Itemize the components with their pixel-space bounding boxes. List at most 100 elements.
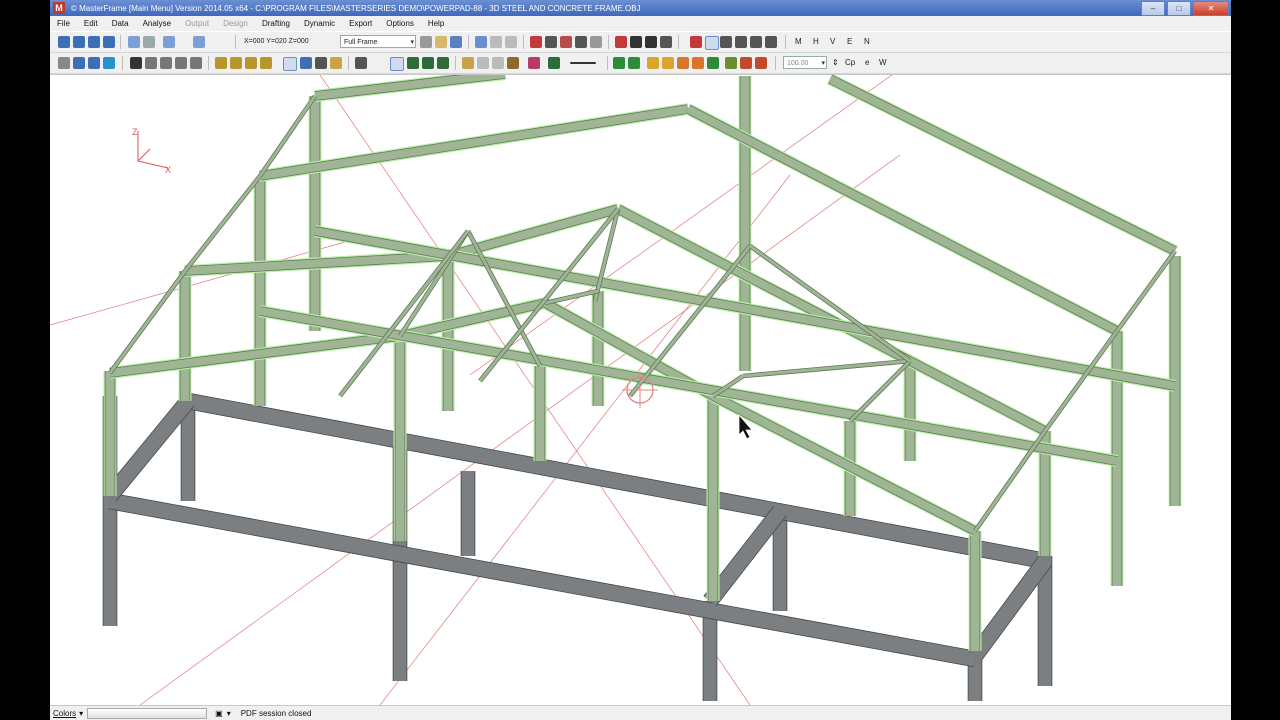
pin-icon[interactable]	[315, 57, 327, 69]
solid-view-icon[interactable]	[407, 57, 419, 69]
maximize-button[interactable]: □	[1167, 1, 1191, 16]
load-icon[interactable]	[560, 36, 572, 48]
wire-view-icon[interactable]	[437, 57, 449, 69]
chevron-down-icon[interactable]: ▾	[227, 709, 231, 718]
fill-icon[interactable]	[548, 57, 560, 69]
toolbar-letter-h[interactable]: H	[813, 37, 819, 46]
toolbar-letter-n[interactable]: N	[864, 37, 870, 46]
menu-data[interactable]: Data	[105, 19, 136, 28]
fixed-icon[interactable]	[245, 57, 257, 69]
delete-icon[interactable]	[530, 36, 542, 48]
toolbar-letter-cp[interactable]: Cp	[845, 58, 855, 67]
snow-icon[interactable]	[692, 57, 704, 69]
draw-icon[interactable]	[355, 57, 367, 69]
tag-icon[interactable]	[330, 57, 342, 69]
export-icon[interactable]	[755, 57, 767, 69]
rotate-icon[interactable]	[143, 36, 155, 48]
section-icon[interactable]	[575, 36, 587, 48]
verify-icon[interactable]	[628, 57, 640, 69]
model-viewport[interactable]: Z X	[50, 74, 1231, 706]
color-icon[interactable]	[528, 57, 540, 69]
nav-left-icon[interactable]	[490, 36, 502, 48]
menu-dynamic[interactable]: Dynamic	[297, 19, 342, 28]
extend-icon[interactable]	[175, 57, 187, 69]
menu-output[interactable]: Output	[178, 19, 216, 28]
clipboard-icon[interactable]	[435, 36, 447, 48]
toolbar-letter-m[interactable]: M	[795, 37, 802, 46]
screen-icon[interactable]	[450, 36, 462, 48]
report-icon[interactable]	[740, 57, 752, 69]
pan-icon[interactable]	[163, 36, 175, 48]
beam-icon[interactable]	[660, 36, 672, 48]
support-icon[interactable]	[615, 36, 627, 48]
toolbar-letter-w[interactable]: W	[879, 58, 887, 67]
stepper-arrows-icon[interactable]: ⇕	[832, 58, 839, 67]
zoom-icon[interactable]	[58, 57, 70, 69]
close-button[interactable]: ✕	[1193, 1, 1229, 16]
table-icon[interactable]	[300, 57, 312, 69]
move-icon[interactable]	[720, 36, 732, 48]
toolbar-letter-e[interactable]: E	[847, 37, 852, 46]
render-icon[interactable]	[103, 57, 115, 69]
node-icon[interactable]	[630, 36, 642, 48]
target-icon[interactable]	[390, 57, 404, 71]
minimize-button[interactable]: –	[1141, 1, 1165, 16]
view-mode-select[interactable]: Full Frame ▾	[340, 35, 416, 48]
select-icon[interactable]	[705, 36, 719, 50]
nav-right-icon[interactable]	[505, 36, 517, 48]
add-member-icon[interactable]	[145, 57, 157, 69]
open-icon[interactable]	[58, 36, 70, 48]
view-icon[interactable]	[193, 36, 205, 48]
restraint-icon[interactable]	[215, 57, 227, 69]
properties-icon[interactable]	[590, 36, 602, 48]
wind-icon[interactable]	[677, 57, 689, 69]
copy-icon[interactable]	[88, 36, 100, 48]
printer-icon[interactable]: ▣	[215, 709, 223, 718]
measure-icon[interactable]	[765, 36, 777, 48]
menu-export[interactable]: Export	[342, 19, 379, 28]
colors-label[interactable]: Colors	[53, 709, 76, 718]
menu-drafting[interactable]: Drafting	[255, 19, 297, 28]
menu-analyse[interactable]: Analyse	[136, 19, 178, 28]
divide-icon[interactable]	[160, 57, 172, 69]
layer-icon[interactable]	[462, 57, 474, 69]
results-icon[interactable]	[707, 57, 719, 69]
app-icon[interactable]: M	[53, 2, 65, 14]
stepper-icon[interactable]	[420, 36, 432, 48]
chevron-down-icon[interactable]: ▾	[79, 709, 83, 718]
group-icon[interactable]	[507, 57, 519, 69]
frame-icon[interactable]	[645, 36, 657, 48]
menu-file[interactable]: File	[50, 19, 77, 28]
trim-icon[interactable]	[190, 57, 202, 69]
zoom-all-icon[interactable]	[88, 57, 100, 69]
add-node-icon[interactable]	[130, 57, 142, 69]
nav-up-icon[interactable]	[475, 36, 487, 48]
dimension-icon[interactable]	[750, 36, 762, 48]
align-icon[interactable]	[735, 36, 747, 48]
design-icon[interactable]	[725, 57, 737, 69]
shade-view-icon[interactable]	[422, 57, 434, 69]
check-icon[interactable]	[613, 57, 625, 69]
member-icon[interactable]	[545, 36, 557, 48]
loadcase-icon[interactable]	[647, 57, 659, 69]
menu-help[interactable]: Help	[421, 19, 451, 28]
pinned-icon[interactable]	[230, 57, 242, 69]
show-icon[interactable]	[492, 57, 504, 69]
toolbar-letter-v[interactable]: V	[830, 37, 835, 46]
zoom-select[interactable]: 100.00 ▾	[783, 56, 827, 69]
roller-icon[interactable]	[260, 57, 272, 69]
menu-edit[interactable]: Edit	[77, 19, 105, 28]
line-tool-icon[interactable]	[283, 57, 297, 71]
hide-icon[interactable]	[477, 57, 489, 69]
status-bar: Colors ▾ ▣ ▾ PDF session closed	[50, 705, 1231, 720]
toolbar-letter-e2[interactable]: e	[865, 58, 869, 67]
zoom-window-icon[interactable]	[73, 57, 85, 69]
line-style-icon[interactable]	[570, 62, 596, 64]
combination-icon[interactable]	[662, 57, 674, 69]
undo-icon[interactable]	[128, 36, 140, 48]
save-icon[interactable]	[73, 36, 85, 48]
menu-options[interactable]: Options	[379, 19, 421, 28]
grid-icon[interactable]	[690, 36, 702, 48]
menu-design[interactable]: Design	[216, 19, 255, 28]
print-icon[interactable]	[103, 36, 115, 48]
